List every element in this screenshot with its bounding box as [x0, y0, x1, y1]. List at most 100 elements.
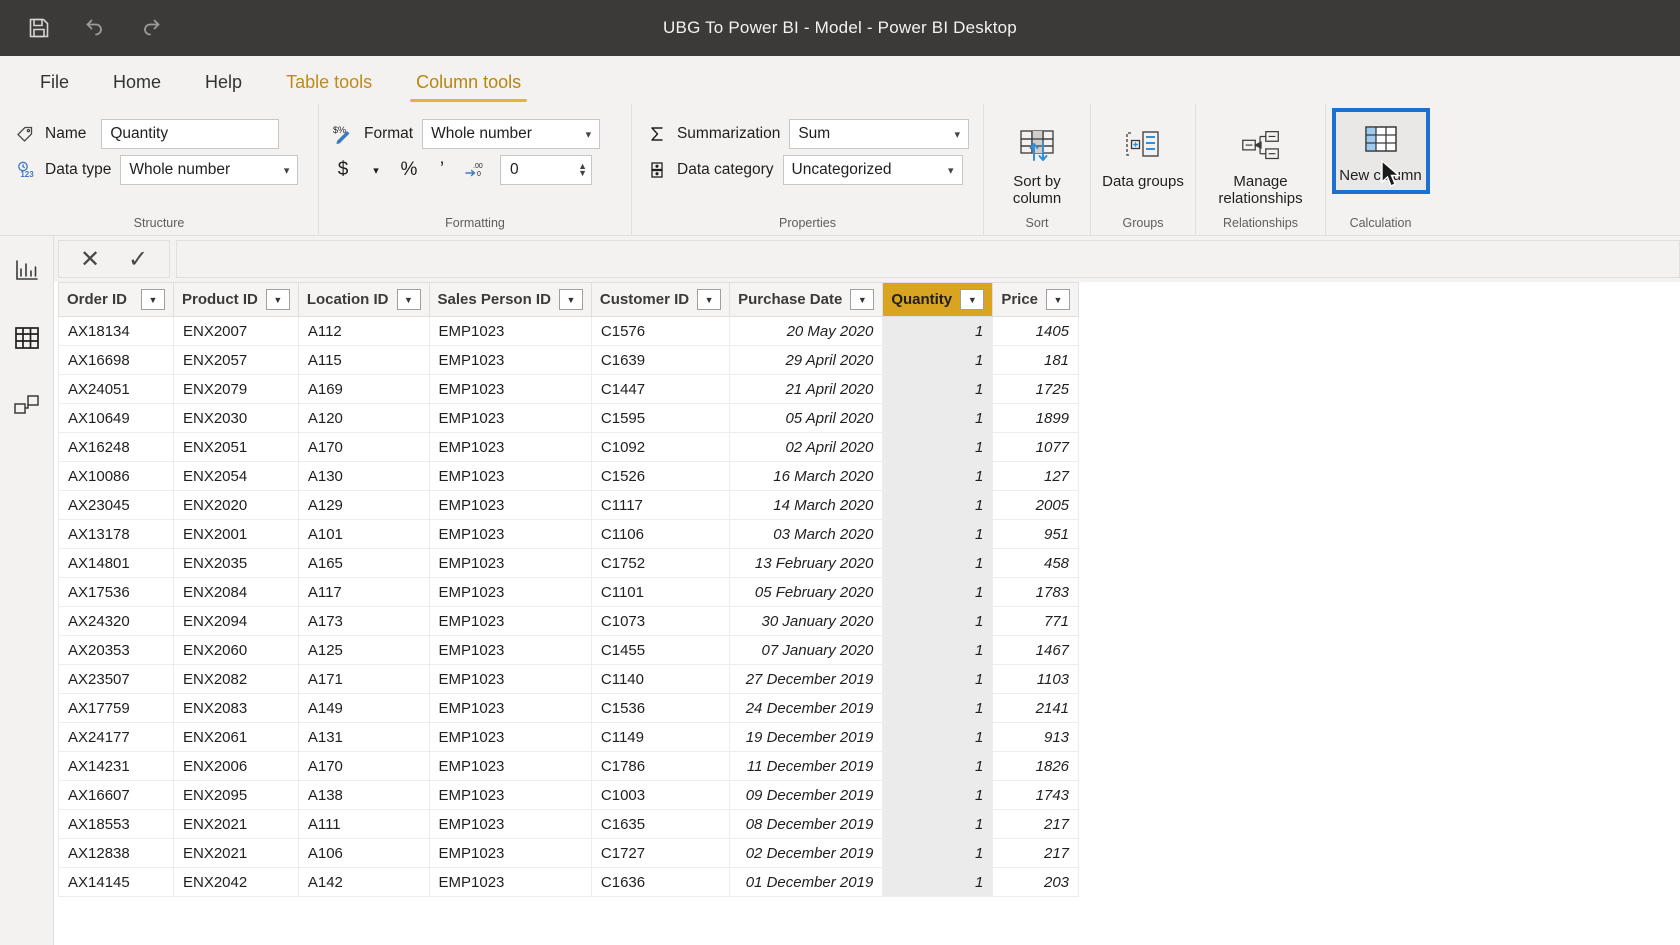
table-cell[interactable]: A165 [297, 548, 430, 578]
table-cell[interactable]: ENX2082 [173, 664, 299, 694]
table-cell[interactable]: ENX2021 [173, 809, 299, 839]
table-cell[interactable]: 1 [882, 432, 994, 462]
table-cell[interactable]: 1077 [992, 432, 1080, 462]
table-cell[interactable]: ENX2021 [173, 838, 299, 868]
table-cell[interactable]: EMP1023 [428, 635, 592, 665]
table-cell[interactable]: 19 December 2019 [729, 722, 884, 752]
table-cell[interactable]: 913 [992, 722, 1080, 752]
currency-dropdown-chevron-down-icon[interactable]: ▾ [366, 156, 386, 184]
table-cell[interactable]: 2005 [992, 490, 1080, 520]
table-cell[interactable]: 1 [882, 751, 994, 781]
table-cell[interactable]: 21 April 2020 [729, 374, 884, 404]
sort-by-column-button[interactable]: Sort by column [989, 116, 1085, 207]
table-cell[interactable]: C1727 [590, 838, 731, 868]
table-row[interactable]: AX14231 ENX2006 A170 EMP1023 C1786 11 Decembe… [58, 751, 1080, 781]
table-cell[interactable]: 02 December 2019 [729, 838, 884, 868]
table-cell[interactable]: EMP1023 [428, 432, 592, 462]
table-cell[interactable]: 1 [882, 722, 994, 752]
table-cell[interactable]: C1636 [590, 867, 731, 897]
table-cell[interactable]: 1 [882, 635, 994, 665]
currency-format-button[interactable]: $ [333, 156, 353, 184]
table-cell[interactable]: ENX2006 [173, 751, 299, 781]
table-cell[interactable]: ENX2030 [173, 403, 299, 433]
table-cell[interactable]: AX24320 [58, 606, 174, 636]
filter-chevron-down-icon[interactable]: ▼ [850, 289, 875, 310]
table-cell[interactable]: EMP1023 [428, 867, 592, 897]
filter-chevron-down-icon[interactable]: ▼ [396, 289, 421, 310]
table-cell[interactable]: A120 [297, 403, 430, 433]
column-header-price[interactable]: Price ▼ [992, 282, 1080, 317]
table-cell[interactable]: 1 [882, 403, 994, 433]
table-cell[interactable]: AX13178 [58, 519, 174, 549]
table-cell[interactable]: AX24051 [58, 374, 174, 404]
table-cell[interactable]: ENX2035 [173, 548, 299, 578]
column-header-purchase-date[interactable]: Purchase Date ▼ [729, 282, 884, 317]
table-cell[interactable]: AX14231 [58, 751, 174, 781]
table-cell[interactable]: C1092 [590, 432, 731, 462]
table-cell[interactable]: 1 [882, 548, 994, 578]
table-cell[interactable]: 1 [882, 577, 994, 607]
table-cell[interactable]: A117 [297, 577, 430, 607]
table-row[interactable]: AX18553 ENX2021 A111 EMP1023 C1635 08 Decembe… [58, 809, 1080, 839]
table-row[interactable]: AX17536 ENX2084 A117 EMP1023 C1101 05 Februar… [58, 577, 1080, 607]
filter-chevron-down-icon[interactable]: ▼ [558, 289, 583, 310]
formula-accept-icon[interactable]: ✓ [125, 246, 151, 273]
table-cell[interactable]: A138 [297, 780, 430, 810]
table-cell[interactable]: A125 [297, 635, 430, 665]
table-row[interactable]: AX17759 ENX2083 A149 EMP1023 C1536 24 Decembe… [58, 693, 1080, 723]
table-cell[interactable]: 1 [882, 606, 994, 636]
table-cell[interactable]: 30 January 2020 [729, 606, 884, 636]
table-cell[interactable]: ENX2007 [173, 316, 299, 346]
table-cell[interactable]: ENX2095 [173, 780, 299, 810]
tab-column-tools[interactable]: Column tools [394, 60, 543, 104]
table-cell[interactable]: EMP1023 [428, 519, 592, 549]
table-cell[interactable]: C1455 [590, 635, 731, 665]
table-row[interactable]: AX14801 ENX2035 A165 EMP1023 C1752 13 Februar… [58, 548, 1080, 578]
table-cell[interactable]: AX10086 [58, 461, 174, 491]
table-cell[interactable]: EMP1023 [428, 374, 592, 404]
table-cell[interactable]: 1 [882, 867, 994, 897]
table-row[interactable]: AX10649 ENX2030 A120 EMP1023 C1595 05 April 2… [58, 403, 1080, 433]
table-cell[interactable]: A101 [297, 519, 430, 549]
tab-file[interactable]: File [18, 60, 91, 104]
table-cell[interactable]: EMP1023 [428, 316, 592, 346]
table-cell[interactable]: AX23507 [58, 664, 174, 694]
table-row[interactable]: AX16248 ENX2051 A170 EMP1023 C1092 02 April 2… [58, 432, 1080, 462]
table-cell[interactable]: C1117 [590, 490, 731, 520]
column-name-input[interactable]: Quantity [101, 119, 280, 149]
table-cell[interactable]: A169 [297, 374, 430, 404]
table-cell[interactable]: EMP1023 [428, 809, 592, 839]
table-cell[interactable]: EMP1023 [428, 490, 592, 520]
undo-icon[interactable] [80, 13, 110, 43]
table-cell[interactable]: 1 [882, 664, 994, 694]
table-cell[interactable]: A112 [297, 316, 430, 346]
table-cell[interactable]: 1 [882, 490, 994, 520]
table-cell[interactable]: C1073 [590, 606, 731, 636]
table-cell[interactable]: 203 [992, 867, 1080, 897]
table-cell[interactable]: EMP1023 [428, 838, 592, 868]
table-cell[interactable]: 1405 [992, 316, 1080, 346]
table-row[interactable]: AX24320 ENX2094 A173 EMP1023 C1073 30 January… [58, 606, 1080, 636]
table-cell[interactable]: EMP1023 [428, 345, 592, 375]
table-cell[interactable]: 05 April 2020 [729, 403, 884, 433]
tab-table-tools[interactable]: Table tools [264, 60, 394, 104]
table-row[interactable]: AX24051 ENX2079 A169 EMP1023 C1447 21 April 2… [58, 374, 1080, 404]
table-cell[interactable]: A129 [297, 490, 430, 520]
table-cell[interactable]: ENX2001 [173, 519, 299, 549]
table-cell[interactable]: AX16248 [58, 432, 174, 462]
table-cell[interactable]: C1140 [590, 664, 731, 694]
table-cell[interactable]: 01 December 2019 [729, 867, 884, 897]
filter-chevron-down-icon[interactable]: ▼ [141, 289, 165, 310]
table-cell[interactable]: C1447 [590, 374, 731, 404]
table-cell[interactable]: ENX2042 [173, 867, 299, 897]
table-cell[interactable]: C1526 [590, 461, 731, 491]
column-header-quantity[interactable]: Quantity ▼ [882, 282, 994, 317]
rail-item-model-view[interactable] [5, 386, 49, 430]
table-cell[interactable]: A142 [297, 867, 430, 897]
table-cell[interactable]: 1899 [992, 403, 1080, 433]
column-header-product-id[interactable]: Product ID ▼ [173, 282, 299, 317]
table-row[interactable]: AX18134 ENX2007 A112 EMP1023 C1576 20 May 202… [58, 316, 1080, 346]
table-cell[interactable]: A115 [297, 345, 430, 375]
table-row[interactable]: AX16607 ENX2095 A138 EMP1023 C1003 09 Decembe… [58, 780, 1080, 810]
table-cell[interactable]: ENX2060 [173, 635, 299, 665]
